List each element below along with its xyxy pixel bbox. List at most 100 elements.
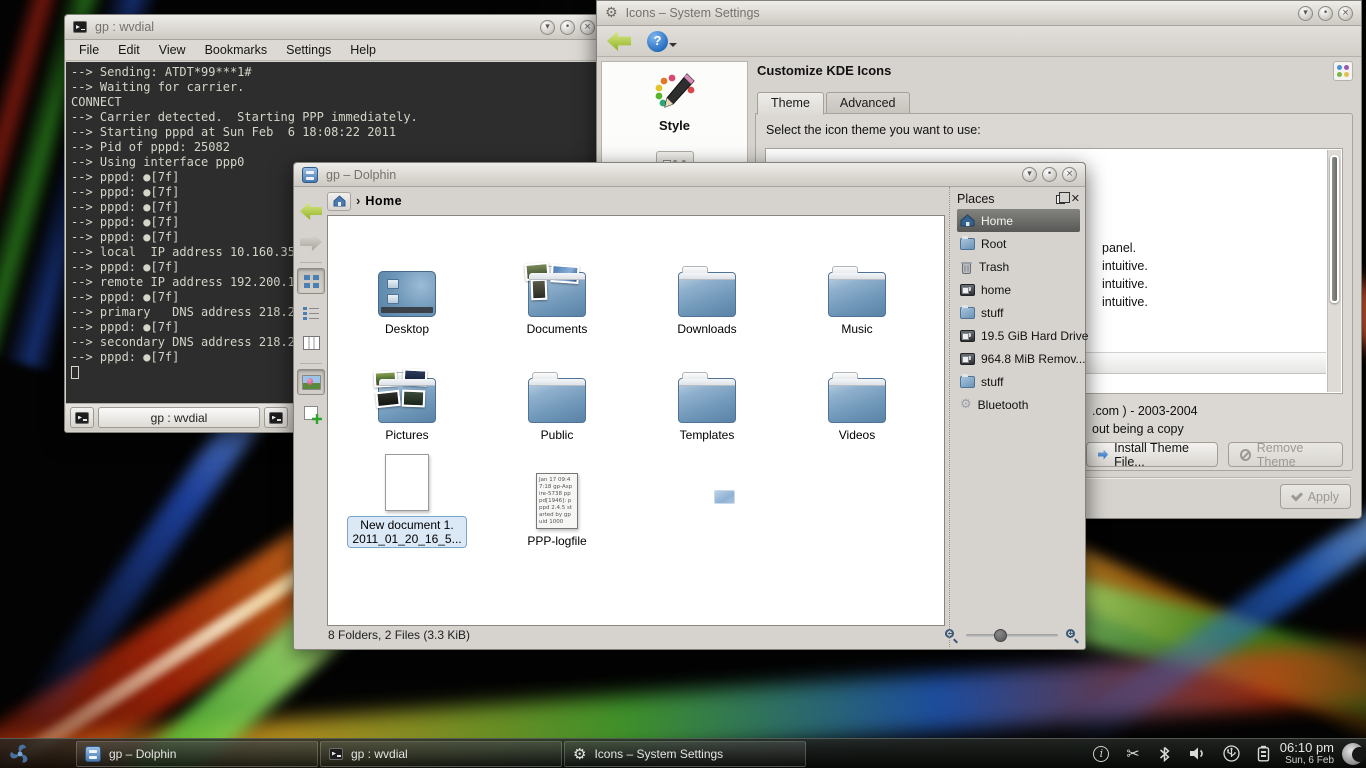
file-item-desktop[interactable]: Desktop: [332, 230, 482, 336]
close-icon[interactable]: ×: [580, 20, 595, 35]
info-icon[interactable]: [1093, 746, 1109, 762]
folder-icon: [960, 376, 975, 388]
file-item-templates[interactable]: Templates: [632, 336, 782, 442]
dolphin-app-icon: [85, 746, 101, 762]
new-tab-button[interactable]: [70, 407, 94, 428]
back-button[interactable]: [297, 198, 325, 224]
scrollbar-thumb[interactable]: [1330, 155, 1339, 303]
forward-button[interactable]: [297, 229, 325, 255]
tab-list-button[interactable]: [264, 407, 288, 428]
minimize-icon[interactable]: ▾: [540, 20, 555, 35]
sidebar-item-style[interactable]: Style: [602, 72, 747, 133]
menu-help[interactable]: Help: [350, 43, 376, 57]
tab-theme[interactable]: Theme: [757, 92, 824, 115]
device-notifier-icon[interactable]: [1223, 745, 1240, 762]
icons-view-button[interactable]: [297, 268, 325, 294]
minimize-icon[interactable]: ▾: [1022, 167, 1037, 182]
overview-icon[interactable]: [1333, 61, 1353, 81]
system-settings-toolbar: ?: [597, 26, 1361, 57]
system-settings-titlebar[interactable]: Icons – System Settings ▾ • ×: [597, 1, 1361, 26]
divider: [300, 363, 322, 364]
help-icon[interactable]: ?: [647, 31, 668, 52]
task-manager: gp – Dolphin gp : wvdial Icons – System …: [76, 741, 806, 767]
places-item-home-partition[interactable]: home: [957, 278, 1080, 301]
hard-drive-icon: [960, 330, 975, 342]
file-item-downloads[interactable]: Downloads: [632, 230, 782, 336]
back-icon[interactable]: [607, 31, 631, 51]
application-launcher-button[interactable]: [0, 739, 40, 768]
scrollbar[interactable]: [1327, 150, 1341, 392]
theme-description: .com ) - 2003-2004 out being a copy: [1092, 402, 1198, 438]
konsole-titlebar[interactable]: gp : wvdial ▾ • ×: [65, 15, 603, 40]
menu-view[interactable]: View: [159, 43, 186, 57]
places-item-home[interactable]: Home: [957, 209, 1080, 232]
file-item-videos[interactable]: Videos: [782, 336, 932, 442]
desktop: gp : wvdial ▾ • × File Edit View Bookmar…: [0, 0, 1366, 768]
klipper-scissors-icon[interactable]: [1126, 746, 1139, 762]
file-item-new-document[interactable]: New document 1. 2011_01_20_16_5...: [332, 442, 482, 548]
hard-drive-icon: [960, 284, 975, 296]
task-system-settings[interactable]: Icons – System Settings: [564, 741, 806, 767]
close-icon[interactable]: ×: [1062, 167, 1077, 182]
folder-icon: [678, 272, 736, 317]
places-item-stuff[interactable]: stuff: [957, 301, 1080, 324]
tab-advanced[interactable]: Advanced: [826, 92, 910, 115]
places-item-bluetooth[interactable]: Bluetooth: [957, 393, 1080, 416]
konsole-menubar: File Edit View Bookmarks Settings Help: [65, 40, 603, 61]
pictures-folder-icon: [378, 378, 436, 423]
remove-theme-button[interactable]: Remove Theme: [1228, 442, 1343, 467]
volume-icon[interactable]: [1189, 746, 1206, 761]
menu-settings[interactable]: Settings: [286, 43, 331, 57]
konsole-tab[interactable]: gp : wvdial: [98, 407, 260, 428]
preview-button[interactable]: [297, 369, 325, 395]
panel-cashew-icon[interactable]: [1342, 743, 1364, 765]
taskbar: gp – Dolphin gp : wvdial Icons – System …: [0, 738, 1366, 768]
columns-view-button[interactable]: [297, 330, 325, 356]
task-wvdial[interactable]: gp : wvdial: [320, 741, 562, 767]
minimize-icon[interactable]: ▾: [1298, 6, 1313, 21]
install-icon: [1098, 450, 1108, 460]
digital-clock[interactable]: 06:10 pm Sun, 6 Feb: [1280, 741, 1334, 766]
close-panel-icon[interactable]: ✕: [1071, 194, 1080, 204]
maximize-icon[interactable]: •: [560, 20, 575, 35]
split-view-button[interactable]: [297, 400, 325, 426]
file-item-public[interactable]: Public: [482, 336, 632, 442]
dolphin-titlebar[interactable]: gp – Dolphin ▾ • ×: [294, 163, 1085, 187]
places-item-stuff-2[interactable]: stuff: [957, 370, 1080, 393]
dolphin-app-icon: [302, 167, 318, 183]
apply-button[interactable]: Apply: [1280, 484, 1351, 509]
forward-icon: [300, 233, 322, 251]
bluetooth-icon: [960, 398, 972, 411]
install-theme-button[interactable]: Install Theme File...: [1086, 442, 1218, 467]
breadcrumb-home-button[interactable]: [327, 192, 351, 211]
places-item-trash[interactable]: Trash: [957, 255, 1080, 278]
places-panel: Places ✕ Home Root: [949, 187, 1083, 647]
file-item-documents[interactable]: Documents: [482, 230, 632, 336]
file-item-pictures[interactable]: Pictures: [332, 336, 482, 442]
breadcrumb-home-label[interactable]: Home: [365, 194, 402, 208]
places-item-removable[interactable]: 964.8 MiB Remov...: [957, 347, 1080, 370]
menu-edit[interactable]: Edit: [118, 43, 140, 57]
text-file-icon: Jan 17 09:4 7:18 gp-Asp ire-5738 pp pd[1…: [536, 473, 578, 529]
bluetooth-icon[interactable]: [1157, 746, 1172, 762]
menu-file[interactable]: File: [79, 43, 99, 57]
terminal-icon: [269, 412, 283, 424]
maximize-icon[interactable]: •: [1042, 167, 1057, 182]
selected-file-label: New document 1. 2011_01_20_16_5...: [347, 516, 466, 548]
places-item-root[interactable]: Root: [957, 232, 1080, 255]
float-panel-icon[interactable]: [1056, 195, 1065, 204]
file-item-ppp-logfile[interactable]: Jan 17 09:4 7:18 gp-Asp ire-5738 pp pd[1…: [482, 442, 632, 548]
dolphin-window: gp – Dolphin ▾ • × Home: [293, 162, 1086, 650]
details-view-button[interactable]: [297, 299, 325, 325]
close-icon[interactable]: ×: [1338, 6, 1353, 21]
terminal-cursor: [71, 366, 79, 379]
places-item-hard-drive[interactable]: 19.5 GiB Hard Drive: [957, 324, 1080, 347]
task-dolphin[interactable]: gp – Dolphin: [76, 741, 318, 767]
menu-bookmarks[interactable]: Bookmarks: [205, 43, 268, 57]
battery-icon[interactable]: [1257, 745, 1270, 762]
dolphin-file-view[interactable]: Desktop Documents Downloads: [327, 215, 945, 626]
home-icon: [960, 214, 975, 227]
maximize-icon[interactable]: •: [1318, 6, 1333, 21]
terminal-app-icon: [73, 21, 87, 33]
file-item-music[interactable]: Music: [782, 230, 932, 336]
